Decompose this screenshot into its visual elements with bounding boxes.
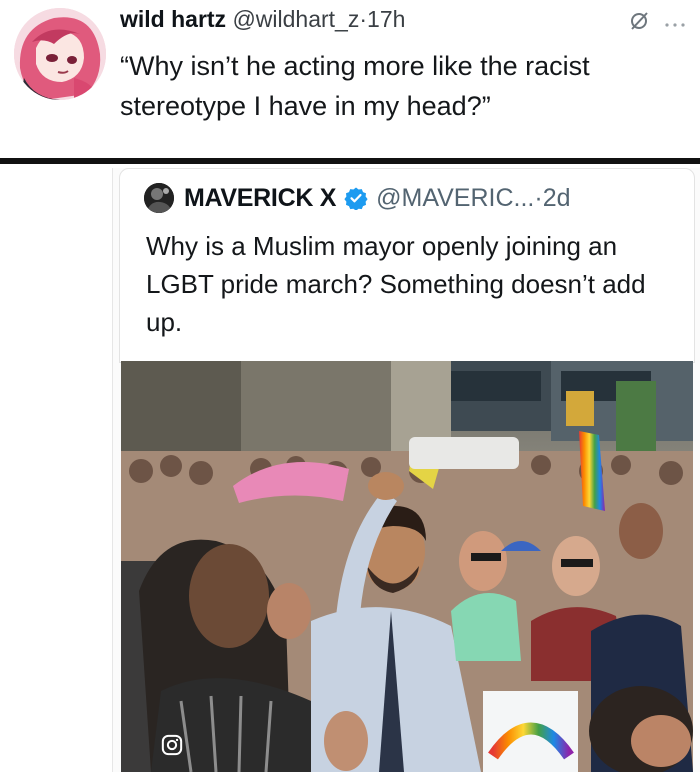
quoted-tweet-text: Why is a Muslim mayor openly joining an … — [146, 231, 646, 337]
tweet-text: “Why isn’t he acting more like the racis… — [120, 51, 590, 121]
quoted-user-handle[interactable]: @MAVERIC... — [376, 184, 534, 213]
display-name[interactable]: wild hartz — [120, 6, 226, 32]
tweet-time[interactable]: 17h — [367, 6, 405, 32]
instagram-icon — [161, 734, 183, 756]
top-tweet: wild hartz @wildhart_z·17h “Why isn’t he… — [0, 0, 700, 158]
more-icon[interactable] — [664, 16, 686, 32]
person-avatar-icon — [144, 183, 174, 213]
anime-avatar-icon — [14, 8, 106, 100]
crowd-photo-illustration — [121, 361, 693, 772]
quoted-separator-dot: · — [534, 183, 543, 212]
quoted-display-name[interactable]: MAVERICK X — [184, 184, 336, 213]
quoted-user-avatar[interactable] — [144, 183, 174, 213]
user-avatar[interactable] — [14, 8, 106, 100]
pride-march-photo[interactable] — [121, 361, 693, 772]
muted-slash-icon[interactable] — [628, 10, 650, 38]
tweet-actions — [628, 10, 686, 38]
verified-badge-icon — [344, 187, 368, 210]
divider — [0, 158, 700, 164]
user-handle[interactable]: @wildhart_z — [232, 6, 359, 32]
quoted-tweet-time[interactable]: 2d — [543, 184, 571, 213]
tweet-meta: wild hartz @wildhart_z·17h — [120, 6, 405, 33]
quoted-tweet-header: MAVERICK X @MAVERIC... · 2d — [144, 183, 571, 213]
embedded-screenshot[interactable]: MAVERICK X @MAVERIC... · 2d Why is a Mus… — [112, 168, 700, 772]
separator-dot: · — [359, 6, 368, 32]
quoted-tweet[interactable]: MAVERICK X @MAVERIC... · 2d Why is a Mus… — [119, 168, 695, 363]
